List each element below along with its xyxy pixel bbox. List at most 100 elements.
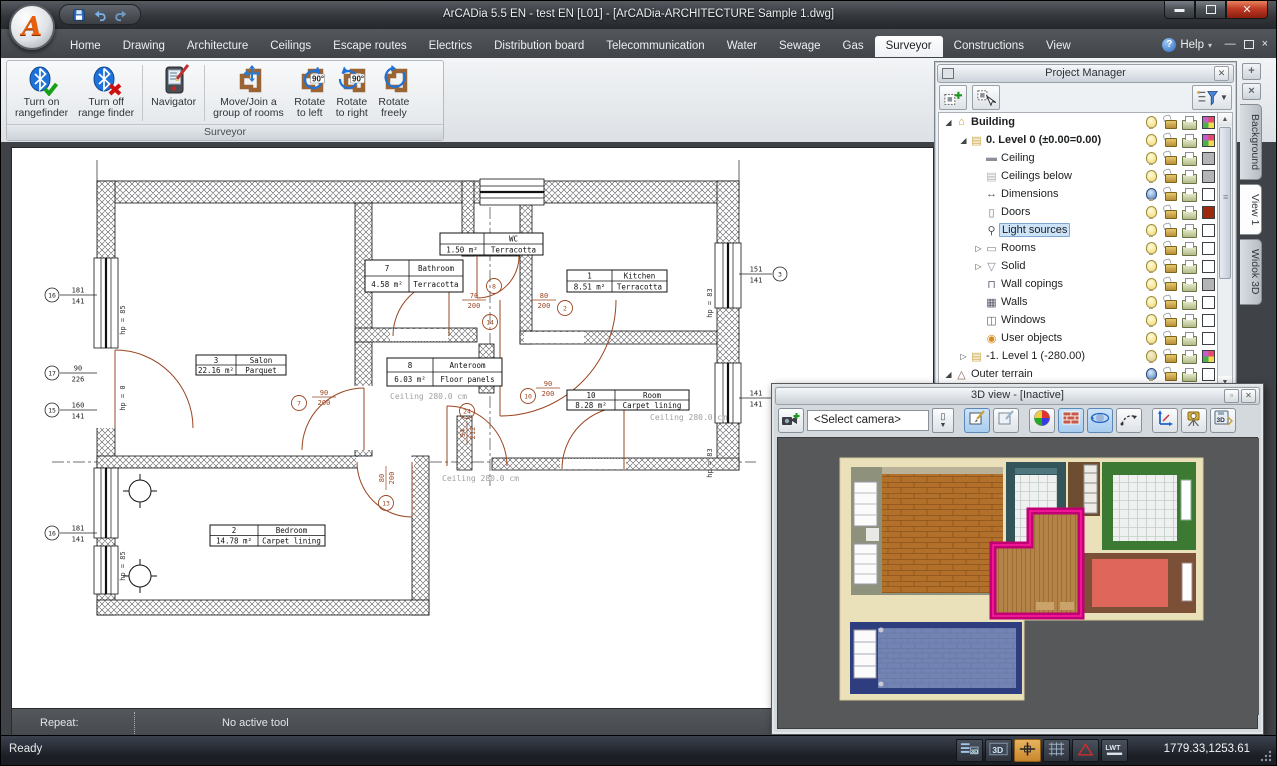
- close-button[interactable]: ✕: [1226, 1, 1268, 19]
- project-manager-close-button[interactable]: ✕: [1214, 66, 1229, 81]
- unlock-icon[interactable]: [1165, 138, 1177, 147]
- ribbon-tab-escape-routes[interactable]: Escape routes: [322, 36, 418, 57]
- view-3d-toggle-button[interactable]: 3D: [985, 739, 1012, 762]
- tree-row-ceiling[interactable]: ▬Ceiling: [939, 149, 1220, 167]
- printer-icon[interactable]: [1182, 156, 1197, 166]
- tree-filter-button[interactable]: ▼: [1192, 85, 1232, 110]
- save-3d-view-button[interactable]: 3D: [1210, 408, 1236, 433]
- printer-icon[interactable]: [1182, 282, 1197, 292]
- ribbon-tab-surveyor[interactable]: Surveyor: [875, 36, 943, 57]
- ribbon-button-move-join-a-group-of-rooms[interactable]: Move/Join agroup of rooms: [208, 62, 289, 124]
- tree-collapsed-icon[interactable]: ▷: [973, 262, 984, 271]
- maximize-button[interactable]: [1195, 1, 1226, 19]
- ribbon-button-rotate-freely[interactable]: Rotatefreely: [373, 62, 415, 124]
- select-element-button[interactable]: [972, 85, 1000, 110]
- render-camera-button[interactable]: [1181, 408, 1207, 433]
- ribbon-button-navigator[interactable]: Navigator: [146, 62, 201, 124]
- command-bar-splitter[interactable]: [134, 712, 135, 734]
- minimize-button[interactable]: ▬: [1164, 1, 1195, 19]
- tree-row-0-level-0-0-00-0-00[interactable]: ◢▤0. Level 0 (±0.00=0.00): [939, 131, 1220, 149]
- scroll-up-icon[interactable]: ▲: [1218, 113, 1232, 126]
- visibility-bulb-icon[interactable]: [1146, 224, 1157, 236]
- lineweight-toggle-button[interactable]: LWT: [1101, 739, 1128, 762]
- unlock-icon[interactable]: [1165, 282, 1177, 291]
- brick-textures-button[interactable]: [1058, 408, 1084, 433]
- layer-color-swatch[interactable]: [1202, 314, 1215, 327]
- printer-icon[interactable]: [1182, 246, 1197, 256]
- printer-icon[interactable]: [1182, 264, 1197, 274]
- add-element-button[interactable]: [939, 85, 967, 110]
- tree-row-walls[interactable]: ▦Walls: [939, 293, 1220, 311]
- drawing-3d-layers-toggle-button[interactable]: 3D: [956, 739, 983, 762]
- redo-button[interactable]: [112, 7, 130, 22]
- unlock-icon[interactable]: [1165, 318, 1177, 327]
- camera-apply-button[interactable]: ▯▼: [932, 408, 954, 433]
- visibility-bulb-icon[interactable]: [1146, 134, 1157, 146]
- layer-color-swatch[interactable]: [1202, 260, 1215, 273]
- printer-icon[interactable]: [1182, 336, 1197, 346]
- ortho-angle-toggle-button[interactable]: [1072, 739, 1099, 762]
- tree-row-windows[interactable]: ◫Windows: [939, 311, 1220, 329]
- unlock-icon[interactable]: [1165, 120, 1177, 129]
- ribbon-button-rotate-to-right[interactable]: 90°Rotateto right: [331, 62, 373, 124]
- view-perspective-2-button[interactable]: [993, 408, 1019, 433]
- orbit-rotation-button[interactable]: [1087, 408, 1113, 433]
- tree-row-ceilings-below[interactable]: ▤Ceilings below: [939, 167, 1220, 185]
- color-settings-button[interactable]: [1029, 408, 1055, 433]
- ribbon-tab-constructions[interactable]: Constructions: [943, 36, 1035, 57]
- layer-color-swatch[interactable]: [1202, 206, 1215, 219]
- layer-color-swatch[interactable]: [1202, 278, 1215, 291]
- unlock-icon[interactable]: [1165, 372, 1177, 381]
- tree-row-outer-terrain[interactable]: ◢△Outer terrain: [939, 365, 1220, 383]
- unlock-icon[interactable]: [1165, 174, 1177, 183]
- unlock-icon[interactable]: [1165, 210, 1177, 219]
- unlock-icon[interactable]: [1165, 228, 1177, 237]
- tree-row-building[interactable]: ◢⌂Building: [939, 113, 1220, 131]
- add-view-button[interactable]: +: [1242, 63, 1261, 80]
- view-tab-view-1[interactable]: View 1: [1240, 184, 1262, 235]
- printer-icon[interactable]: [1182, 138, 1197, 148]
- scrollbar-thumb[interactable]: [1219, 127, 1231, 279]
- tree-row-user-objects[interactable]: ◉User objects: [939, 329, 1220, 347]
- ribbon-tab-electrics[interactable]: Electrics: [418, 36, 483, 57]
- camera-select-dropdown[interactable]: <Select camera>: [807, 410, 929, 431]
- ribbon-tab-architecture[interactable]: Architecture: [176, 36, 259, 57]
- tree-scrollbar[interactable]: ▲ ▼: [1217, 112, 1233, 390]
- layer-color-swatch[interactable]: [1202, 296, 1215, 309]
- tree-expanded-icon[interactable]: ◢: [958, 136, 969, 145]
- visibility-bulb-icon[interactable]: [1146, 314, 1157, 326]
- 3d-view-titlebar[interactable]: 3D view - [Inactive] ▫ ✕: [775, 387, 1260, 405]
- axes-button[interactable]: [1152, 408, 1178, 433]
- tree-row-dimensions[interactable]: ↔Dimensions: [939, 185, 1220, 203]
- camera-path-button[interactable]: [1116, 408, 1142, 433]
- visibility-bulb-icon[interactable]: [1146, 278, 1157, 290]
- layer-color-swatch[interactable]: [1202, 368, 1215, 381]
- tree-row-light-sources[interactable]: ⚲Light sources: [939, 221, 1220, 239]
- unlock-icon[interactable]: [1165, 336, 1177, 345]
- visibility-bulb-icon[interactable]: [1146, 116, 1157, 128]
- app-menu-button[interactable]: A: [9, 4, 55, 50]
- printer-icon[interactable]: [1182, 300, 1197, 310]
- layer-color-swatch[interactable]: [1202, 188, 1215, 201]
- visibility-bulb-icon[interactable]: [1146, 206, 1157, 218]
- tree-row-solid[interactable]: ▷▽Solid: [939, 257, 1220, 275]
- unlock-icon[interactable]: [1165, 300, 1177, 309]
- save-button[interactable]: [70, 7, 88, 22]
- undo-button[interactable]: [91, 7, 109, 22]
- printer-icon[interactable]: [1182, 210, 1197, 220]
- visibility-bulb-icon[interactable]: [1146, 170, 1157, 182]
- doc-close-button[interactable]: ×: [1262, 38, 1268, 50]
- ribbon-button-rotate-to-left[interactable]: 90°Rotateto left: [289, 62, 331, 124]
- ribbon-button-turn-on-rangefinder[interactable]: Turn onrangefinder: [10, 62, 73, 124]
- ribbon-tab-telecommunication[interactable]: Telecommunication: [595, 36, 715, 57]
- visibility-bulb-icon[interactable]: [1146, 332, 1157, 344]
- help-menu[interactable]: ? Help ▾: [1162, 38, 1212, 52]
- layer-color-swatch[interactable]: [1202, 332, 1215, 345]
- layer-color-swatch[interactable]: [1202, 116, 1215, 129]
- ribbon-tab-drawing[interactable]: Drawing: [112, 36, 176, 57]
- printer-icon[interactable]: [1182, 174, 1197, 184]
- view-perspective-button[interactable]: [964, 408, 990, 433]
- visibility-bulb-icon[interactable]: [1146, 296, 1157, 308]
- 3d-view-restore-button[interactable]: ▫: [1224, 389, 1239, 403]
- grid-toggle-button[interactable]: [1043, 739, 1070, 762]
